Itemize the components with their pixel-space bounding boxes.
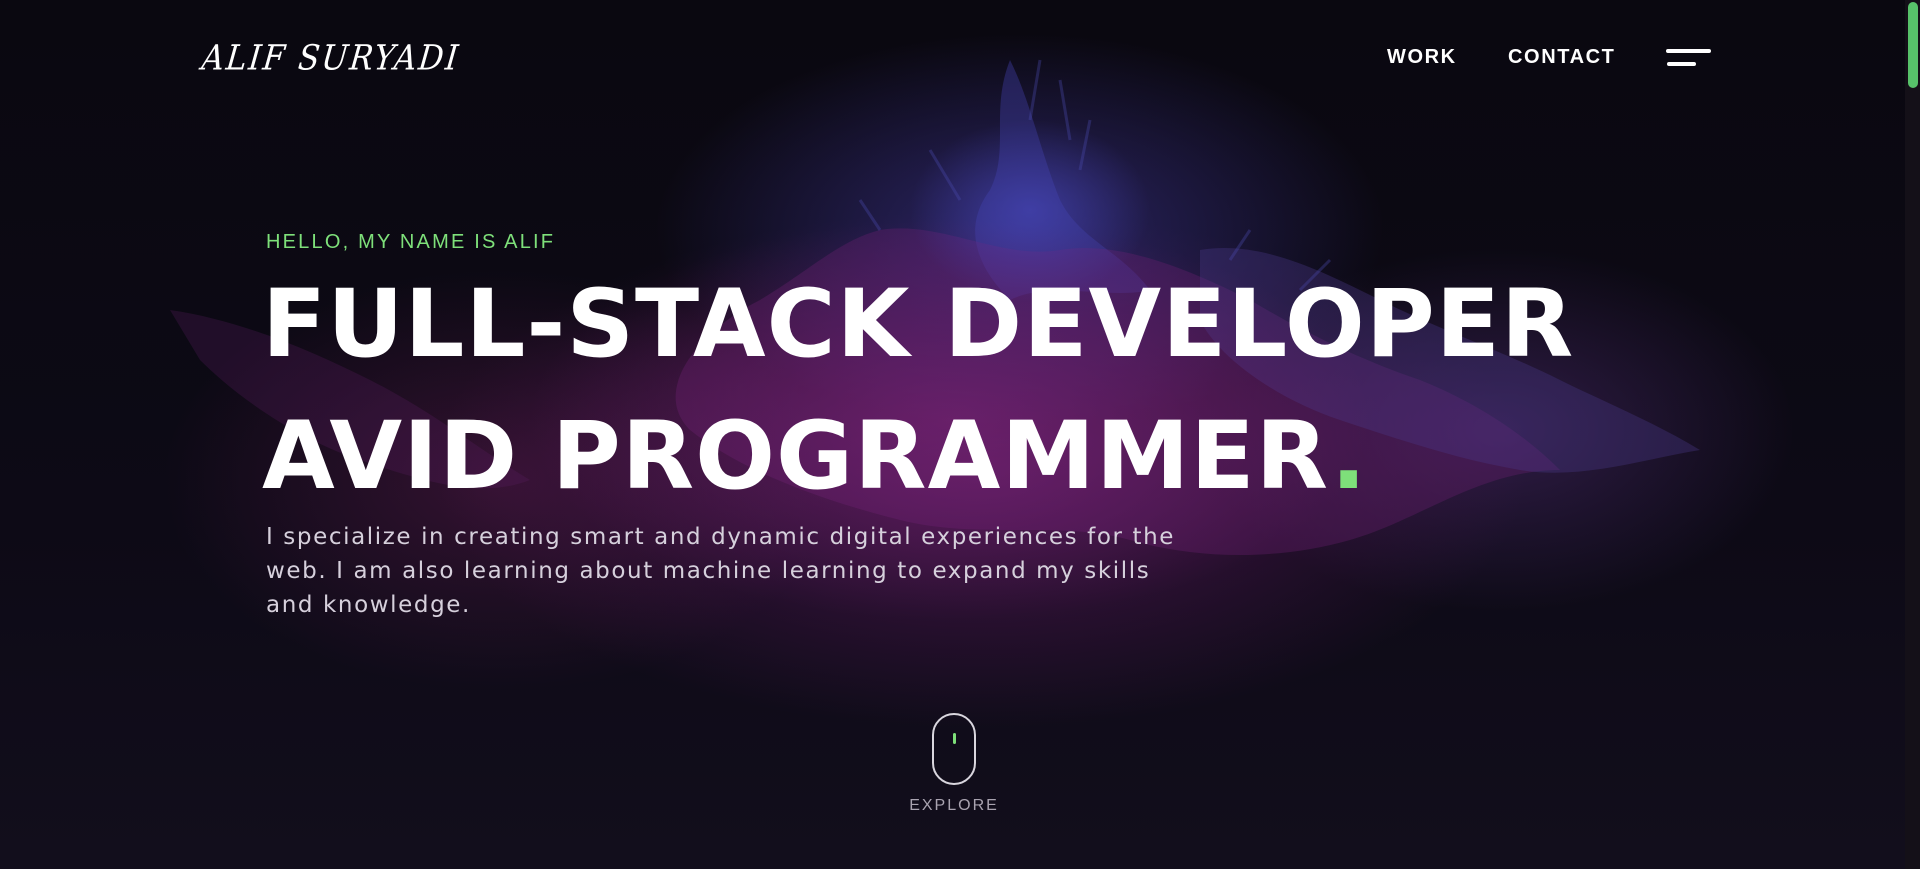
site-logo[interactable]: ALIF SURYADI: [200, 38, 462, 78]
nav-link-contact[interactable]: CONTACT: [1508, 46, 1615, 69]
hamburger-menu-icon[interactable]: [1665, 48, 1711, 70]
hero-kicker: HELLO, MY NAME IS ALIF: [266, 231, 556, 253]
scroll-wheel-dot: [953, 733, 956, 744]
explore-label: EXPLORE: [909, 797, 999, 814]
landing-page: ALIF SURYADI WORK CONTACT HELLO, MY NAME…: [0, 0, 1920, 869]
hero-headline-text-2: AVID PROGRAMMER: [262, 402, 1331, 511]
site-header: ALIF SURYADI WORK CONTACT: [0, 0, 1920, 118]
hero-description: I specialize in creating smart and dynam…: [266, 524, 1176, 618]
nav-link-work[interactable]: WORK: [1387, 46, 1457, 69]
hero-headline-line-2: AVID PROGRAMMER.: [262, 410, 1367, 504]
menu-bar-bottom: [1667, 62, 1696, 66]
hero-headline-line-1: FULL-STACK DEVELOPER: [262, 278, 1574, 372]
hero-headline-text-1: FULL-STACK DEVELOPER: [262, 270, 1575, 379]
page-scrollbar[interactable]: [1905, 0, 1920, 869]
mouse-scroll-icon[interactable]: [932, 713, 976, 785]
menu-bar-top: [1666, 49, 1711, 53]
scrollbar-thumb[interactable]: [1908, 2, 1918, 88]
hero-accent-dot: .: [1330, 402, 1368, 511]
